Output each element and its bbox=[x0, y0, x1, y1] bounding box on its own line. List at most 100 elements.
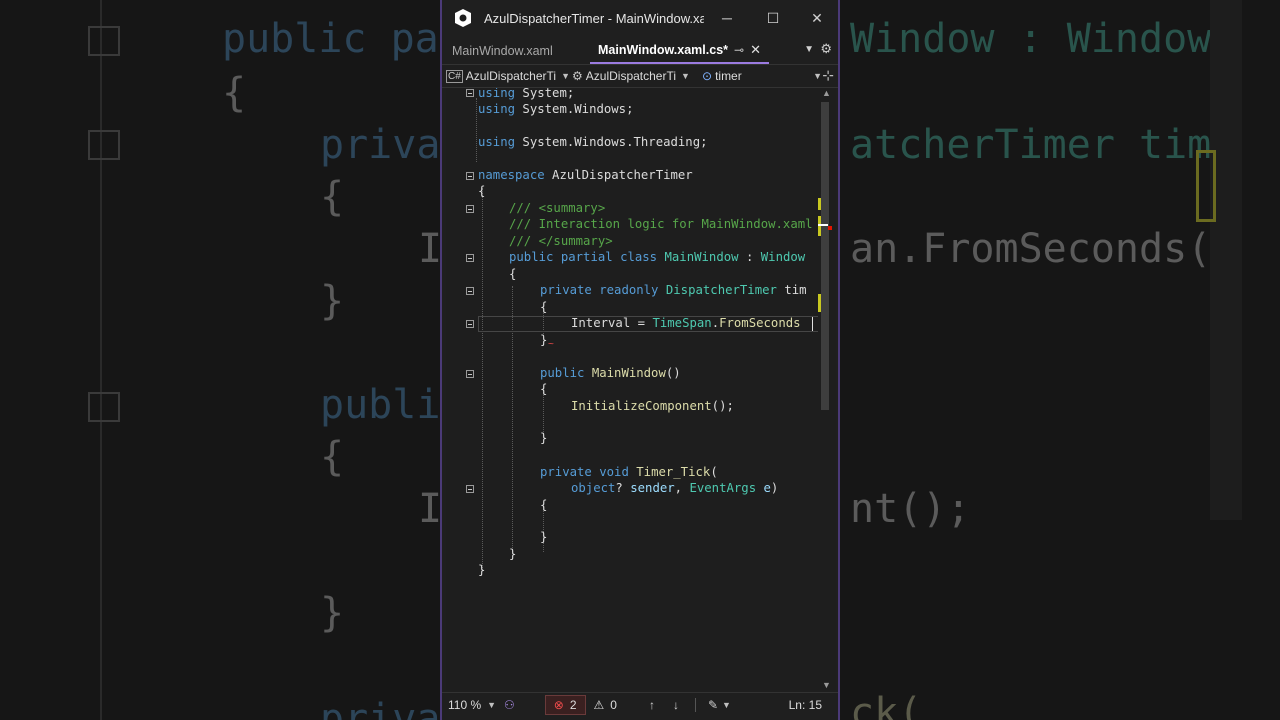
code-line: } bbox=[540, 431, 548, 445]
chevron-down-icon: ▼ bbox=[681, 71, 690, 81]
status-separator bbox=[694, 698, 696, 712]
fold-toggle[interactable] bbox=[466, 254, 474, 262]
close-tab-icon[interactable]: ✕ bbox=[750, 37, 761, 63]
error-squiggle: ~ bbox=[548, 339, 554, 350]
navigation-bar: C# AzulDispatcherTi ▼ ⚙ AzulDispatcherTi… bbox=[442, 64, 838, 88]
project-dropdown[interactable]: C# AzulDispatcherTi ▼ bbox=[442, 66, 568, 86]
title-bar: AzulDispatcherTimer - MainWindow.xa... ─… bbox=[442, 0, 838, 36]
change-marker bbox=[818, 216, 821, 236]
class-label: AzulDispatcherTi bbox=[585, 69, 677, 83]
code-line: InitializeComponent(); bbox=[571, 399, 734, 413]
tab-label: MainWindow.xaml.cs* bbox=[598, 43, 729, 57]
bg-fold-box bbox=[88, 26, 120, 56]
csharp-project-icon: C# bbox=[446, 69, 463, 83]
code-line: } bbox=[509, 547, 517, 561]
document-tabs: MainWindow.xaml MainWindow.xaml.cs* ⊸ ✕ … bbox=[442, 36, 838, 64]
member-dropdown[interactable]: ⊙ timer ▼ bbox=[698, 66, 826, 86]
copilot-icon[interactable]: ⚇ bbox=[504, 698, 515, 712]
tab-label: MainWindow.xaml bbox=[452, 44, 553, 58]
code-line: using System; bbox=[478, 88, 575, 100]
class-dropdown[interactable]: ⚙ AzulDispatcherTi ▼ bbox=[568, 66, 698, 86]
member-label: timer bbox=[715, 69, 742, 83]
code-line: } bbox=[540, 530, 548, 544]
visual-studio-logo-icon bbox=[455, 9, 471, 27]
code-comment: /// Interaction logic for MainWindow.xam… bbox=[509, 217, 813, 231]
fold-toggle[interactable] bbox=[466, 89, 474, 97]
tab-mainwindow-xaml[interactable]: MainWindow.xaml bbox=[444, 38, 590, 64]
minimize-button[interactable]: ─ bbox=[704, 0, 750, 36]
bg-text: } bbox=[320, 278, 345, 324]
code-line: { bbox=[540, 382, 548, 396]
fold-toggle[interactable] bbox=[466, 370, 474, 378]
fold-toggle[interactable] bbox=[466, 205, 474, 213]
bg-text: { bbox=[320, 434, 345, 480]
scroll-up-icon[interactable]: ▲ bbox=[822, 88, 831, 98]
close-button[interactable]: ✕ bbox=[794, 0, 838, 36]
bg-text: priva bbox=[320, 696, 441, 720]
status-bar: 110 % ▼ ⚇ ⊗ 2 ⚠ 0 ↑ ↓ ✎ ▼ Ln: 15 bbox=[442, 692, 838, 717]
code-line: { bbox=[509, 267, 517, 281]
code-line: object? sender, EventArgs e) bbox=[571, 481, 779, 495]
bg-text: I bbox=[418, 486, 443, 532]
code-line: public MainWindow() bbox=[540, 366, 681, 380]
fold-toggle[interactable] bbox=[466, 485, 474, 493]
bg-text: atcherTimer tim bbox=[850, 122, 1212, 168]
fold-toggle[interactable] bbox=[466, 287, 474, 295]
bg-text: an.FromSeconds( bbox=[850, 226, 1212, 272]
tab-mainwindow-xaml-cs[interactable]: MainWindow.xaml.cs* ⊸ ✕ bbox=[590, 38, 769, 64]
bg-text: { bbox=[222, 70, 247, 116]
bg-text: ck( bbox=[850, 690, 923, 720]
scroll-thumb[interactable] bbox=[821, 102, 829, 410]
chevron-down-icon: ▼ bbox=[813, 71, 822, 81]
vertical-scrollbar[interactable]: ▲ ▼ bbox=[818, 88, 836, 690]
bg-fold-box bbox=[88, 392, 120, 422]
field-icon: ⊙ bbox=[702, 69, 713, 83]
indent-guide bbox=[476, 98, 477, 162]
zoom-level: 110 % bbox=[448, 698, 482, 712]
error-count-button[interactable]: ⊗ 2 bbox=[544, 695, 586, 715]
fold-toggle[interactable] bbox=[466, 172, 474, 180]
code-line: { bbox=[540, 300, 548, 314]
code-line: using System.Windows; bbox=[478, 102, 634, 116]
bg-text: public pa bbox=[222, 16, 439, 62]
tab-list-dropdown-icon[interactable]: ▼ bbox=[804, 44, 814, 55]
code-line: { bbox=[478, 184, 486, 198]
fold-toggle[interactable] bbox=[466, 320, 474, 328]
bg-fold-box bbox=[88, 130, 120, 160]
warning-count-button[interactable]: ⚠ 0 bbox=[594, 698, 617, 712]
code-cleanup-brush-icon[interactable]: ✎ bbox=[708, 698, 718, 712]
line-number: Ln: 15 bbox=[788, 698, 822, 712]
gear-icon[interactable]: ⚙ bbox=[820, 41, 832, 57]
next-issue-arrow-icon[interactable]: ↓ bbox=[673, 698, 679, 712]
split-window-icon[interactable]: ⊹ bbox=[822, 67, 834, 84]
pin-icon[interactable]: ⊸ bbox=[734, 37, 744, 63]
bg-text: I bbox=[418, 226, 443, 272]
code-line: public partial class MainWindow : Window bbox=[509, 250, 806, 264]
previous-issue-arrow-icon[interactable]: ↑ bbox=[649, 698, 655, 712]
scroll-down-icon[interactable]: ▼ bbox=[822, 680, 831, 690]
bg-scroll bbox=[1210, 0, 1242, 520]
code-line: } bbox=[540, 333, 548, 347]
code-line: { bbox=[540, 498, 548, 512]
chevron-down-icon[interactable]: ▼ bbox=[722, 700, 731, 710]
project-label: AzulDispatcherTi bbox=[465, 69, 557, 83]
warning-count: 0 bbox=[610, 698, 617, 712]
error-icon: ⊗ bbox=[553, 698, 564, 712]
bg-text: Window : Window bbox=[850, 16, 1212, 62]
bg-text: { bbox=[320, 174, 345, 220]
maximize-button[interactable]: ☐ bbox=[750, 0, 796, 36]
change-marker bbox=[818, 198, 821, 210]
zoom-dropdown[interactable]: 110 % ▼ bbox=[448, 698, 498, 712]
error-marker bbox=[828, 226, 832, 230]
code-editor[interactable]: using System; using System.Windows; usin… bbox=[446, 88, 818, 690]
code-line: private void Timer_Tick( bbox=[540, 465, 718, 479]
code-comment: /// </summary> bbox=[509, 234, 613, 248]
error-count: 2 bbox=[569, 698, 577, 712]
warning-icon: ⚠ bbox=[593, 698, 605, 712]
change-marker bbox=[818, 294, 821, 312]
code-comment: /// <summary> bbox=[509, 201, 606, 215]
code-line: private readonly DispatcherTimer tim bbox=[540, 283, 807, 297]
bg-marker bbox=[1196, 150, 1216, 222]
class-icon: ⚙ bbox=[572, 69, 583, 83]
text-caret bbox=[812, 317, 813, 331]
